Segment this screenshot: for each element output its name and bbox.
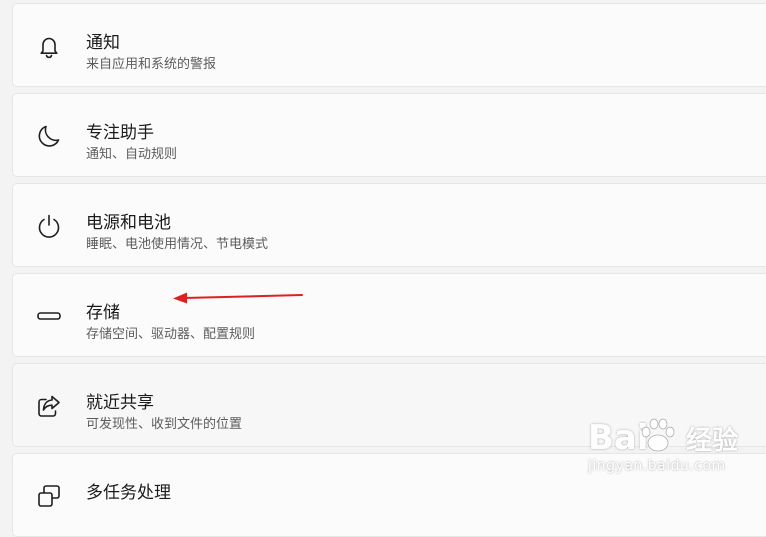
baidu-jingyan-watermark: Bai 经验 jingyan.baidu.com: [588, 410, 766, 497]
settings-item-subtitle: 睡眠、电池使用情况、节电模式: [86, 237, 269, 252]
moon-icon: [35, 122, 63, 150]
settings-item-subtitle: 来自应用和系统的警报: [86, 57, 217, 72]
paw-icon: [641, 418, 675, 452]
settings-item-subtitle: 存储空间、驱动器、配置规则: [86, 327, 256, 342]
settings-item-title: 通知: [86, 33, 120, 53]
settings-item-storage[interactable]: 存储 存储空间、驱动器、配置规则: [12, 273, 766, 357]
bell-icon: [35, 32, 63, 60]
settings-item-notifications[interactable]: 通知 来自应用和系统的警报: [12, 3, 766, 87]
settings-item-title: 存储: [86, 303, 120, 323]
settings-item-subtitle: 通知、自动规则: [86, 147, 178, 162]
settings-item-title: 就近共享: [86, 393, 154, 413]
settings-item-title: 电源和电池: [86, 213, 171, 233]
watermark-url: jingyan.baidu.com: [588, 458, 726, 474]
settings-item-title: 专注助手: [86, 123, 154, 143]
power-icon: [35, 212, 63, 240]
settings-item-focus-assist[interactable]: 专注助手 通知、自动规则: [12, 93, 766, 177]
annotation-arrow: [173, 292, 303, 304]
settings-item-title: 多任务处理: [86, 483, 171, 503]
settings-item-subtitle: 可发现性、收到文件的位置: [86, 417, 243, 432]
multitasking-icon: [35, 482, 63, 510]
watermark-brand-text: 经验: [686, 426, 739, 456]
storage-drive-icon: [35, 302, 63, 330]
settings-item-power-battery[interactable]: 电源和电池 睡眠、电池使用情况、节电模式: [12, 183, 766, 267]
share-icon: [35, 392, 63, 420]
